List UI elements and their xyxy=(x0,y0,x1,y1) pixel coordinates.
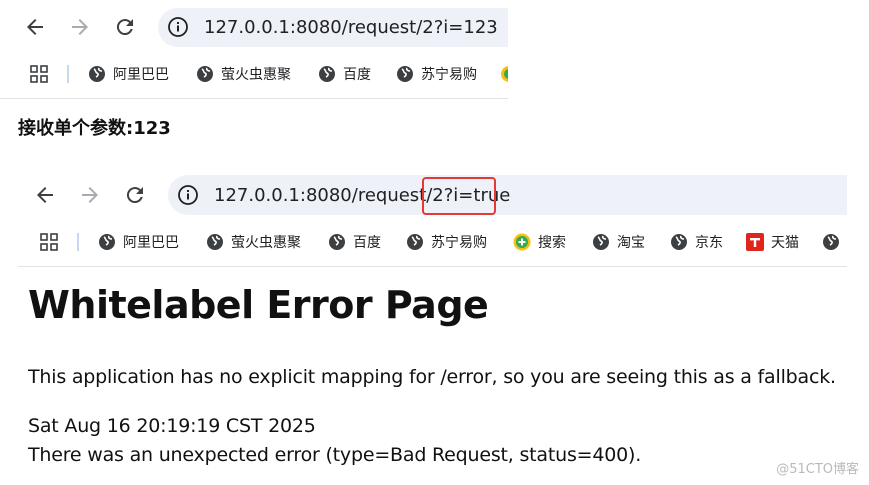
bookmark-yinghuochong[interactable]: 萤火虫惠聚 xyxy=(196,59,291,89)
reload-icon xyxy=(126,187,143,204)
search-bookmark-partial[interactable] xyxy=(500,65,508,83)
bookmark-baidu[interactable]: 百度 xyxy=(328,227,381,257)
bookmark-yinghuochong[interactable]: 萤火虫惠聚 xyxy=(206,227,301,257)
bookmark-taobao[interactable]: 淘宝 xyxy=(592,227,645,257)
watermark: @51CTO博客 xyxy=(776,462,859,477)
globe-icon xyxy=(329,234,345,250)
address-bar[interactable]: 127.0.0.1:8080/request/2?i=true xyxy=(168,175,847,215)
search-plus-icon xyxy=(513,233,531,251)
bookmarks-bar: 阿里巴巴 萤火虫惠聚 百度 苏宁易购 xyxy=(0,59,508,89)
error-description: This application has no explicit mapping… xyxy=(28,366,836,388)
globe-icon xyxy=(207,234,223,250)
bookmark-search[interactable]: 搜索 xyxy=(513,227,566,257)
reload-button[interactable] xyxy=(123,183,147,207)
arrow-left-icon xyxy=(27,19,43,35)
bookmark-alibaba[interactable]: 阿里巴巴 xyxy=(98,227,179,257)
bookmarks-separator xyxy=(67,65,69,83)
info-icon[interactable] xyxy=(177,184,199,206)
globe-icon xyxy=(397,66,413,82)
url-text[interactable]: 127.0.0.1:8080/request/2?i=123 xyxy=(204,17,498,38)
globe-icon xyxy=(99,234,115,250)
toolbar-divider xyxy=(0,98,508,99)
info-icon[interactable] xyxy=(167,16,189,38)
bookmark-suning[interactable]: 苏宁易购 xyxy=(396,59,477,89)
globe-icon xyxy=(671,234,687,250)
address-bar[interactable]: 127.0.0.1:8080/request/2?i=123 xyxy=(158,8,508,47)
bookmark-baidu[interactable]: 百度 xyxy=(318,59,371,89)
back-button[interactable] xyxy=(23,15,47,39)
globe-icon xyxy=(197,66,213,82)
apps-grid-icon[interactable] xyxy=(30,65,48,83)
bookmark-suning[interactable]: 苏宁易购 xyxy=(406,227,487,257)
search-plus-icon xyxy=(501,66,508,82)
globe-icon xyxy=(407,234,423,250)
url-param-highlight xyxy=(422,177,496,215)
error-page-title: Whitelabel Error Page xyxy=(28,283,489,327)
bookmark-tmall[interactable]: 天猫 xyxy=(746,227,799,257)
error-timestamp: Sat Aug 16 20:19:19 CST 2025 xyxy=(28,415,316,437)
forward-button[interactable] xyxy=(68,15,92,39)
reload-button[interactable] xyxy=(113,15,137,39)
error-message: There was an unexpected error (type=Bad … xyxy=(28,444,642,466)
toolbar-divider xyxy=(18,266,847,267)
bookmark-overflow-globe[interactable] xyxy=(822,233,840,251)
globe-icon xyxy=(593,234,609,250)
tmall-logo-icon xyxy=(746,233,764,251)
bookmark-alibaba[interactable]: 阿里巴巴 xyxy=(88,59,169,89)
globe-icon xyxy=(89,66,105,82)
arrow-right-icon xyxy=(72,19,88,35)
globe-icon xyxy=(823,234,839,250)
bookmarks-bar: 阿里巴巴 萤火虫惠聚 百度 苏宁易购 搜索 淘宝 京东 天猫 xyxy=(0,227,869,257)
reload-icon xyxy=(116,19,133,36)
arrow-right-icon xyxy=(82,187,98,203)
globe-icon xyxy=(319,66,335,82)
back-button[interactable] xyxy=(33,183,57,207)
bookmarks-separator xyxy=(77,233,79,251)
response-text: 接收单个参数:123 xyxy=(18,118,171,139)
arrow-left-icon xyxy=(37,187,53,203)
forward-button[interactable] xyxy=(78,183,102,207)
bookmark-jd[interactable]: 京东 xyxy=(670,227,723,257)
apps-grid-icon[interactable] xyxy=(40,233,58,251)
